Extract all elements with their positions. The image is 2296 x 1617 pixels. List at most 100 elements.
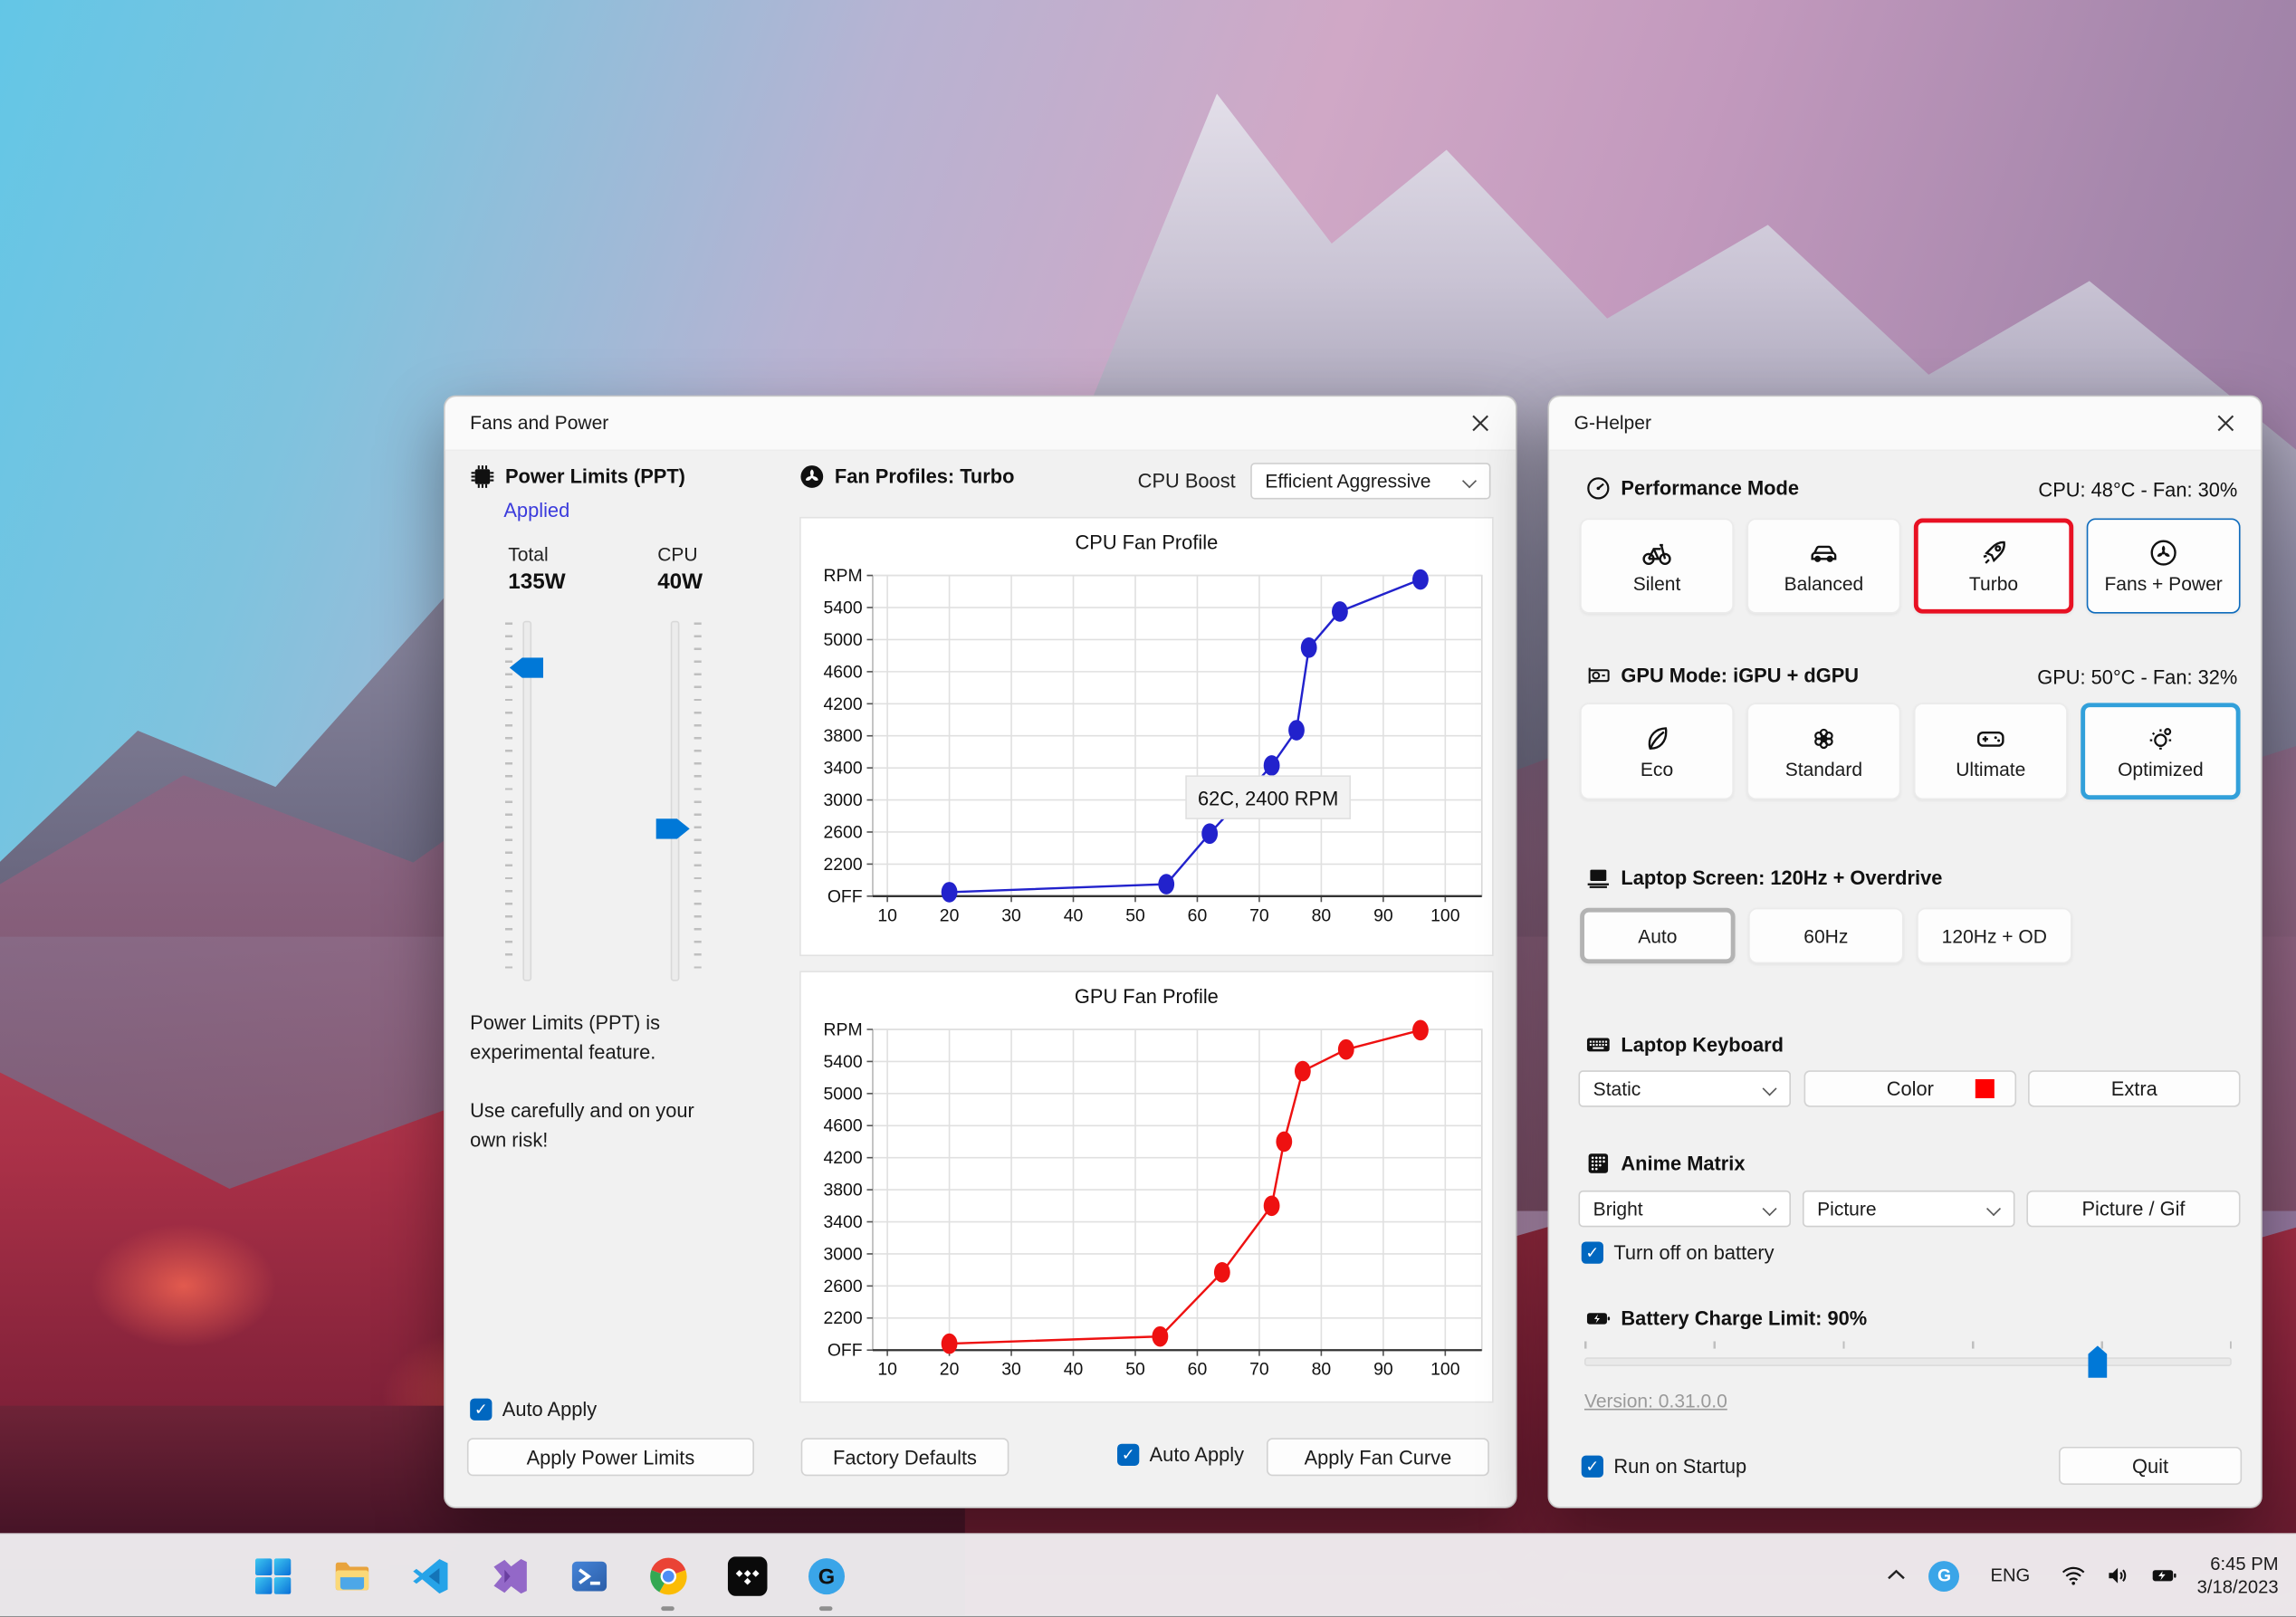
gpu-temp-fan-status: GPU: 50°C - Fan: 32% xyxy=(2037,665,2238,689)
performance-mode-heading: Performance Mode xyxy=(1586,476,1799,501)
performance-mode-row: Silent Balanced Turbo Fans + Power xyxy=(1580,518,2241,614)
mode-label: Ultimate xyxy=(1956,757,2026,780)
svg-text:RPM: RPM xyxy=(824,566,863,586)
tray-language[interactable]: ENG xyxy=(1990,1565,2030,1586)
svg-text:60: 60 xyxy=(1188,1360,1208,1380)
mode-silent[interactable]: Silent xyxy=(1580,518,1734,614)
tray-chevron-up-icon[interactable] xyxy=(1883,1563,1909,1589)
mode-60hz[interactable]: 60Hz xyxy=(1748,907,1904,964)
apply-power-limits-button[interactable]: Apply Power Limits xyxy=(466,1438,754,1477)
cpu-power-slider[interactable] xyxy=(655,620,702,981)
matrix-running-dropdown[interactable]: Picture xyxy=(1802,1190,2015,1228)
slider-ticks xyxy=(504,622,513,977)
battery-icon[interactable] xyxy=(2152,1563,2178,1589)
keyboard-color-button[interactable]: Color xyxy=(1803,1070,2017,1107)
matrix-brightness-dropdown[interactable]: Bright xyxy=(1578,1190,1792,1228)
auto-apply-fan-row: Auto Apply xyxy=(1117,1443,1245,1466)
mode-turbo[interactable]: Turbo xyxy=(1913,518,2074,614)
matrix-battery-row: Turn off on battery xyxy=(1581,1241,1775,1264)
fans-window-titlebar: Fans and Power xyxy=(445,397,1516,452)
close-icon[interactable] xyxy=(2204,404,2248,442)
svg-text:5400: 5400 xyxy=(823,598,862,618)
svg-text:4600: 4600 xyxy=(823,1116,862,1136)
svg-text:3800: 3800 xyxy=(823,726,862,746)
fan-profiles-heading: Fan Profiles: Turbo xyxy=(799,464,1014,489)
mode-standard[interactable]: Standard xyxy=(1746,703,1901,800)
taskbar-g-helper-icon[interactable]: G xyxy=(797,1546,856,1612)
auto-apply-fan-label: Auto Apply xyxy=(1149,1443,1245,1466)
battery-charge-slider-thumb[interactable] xyxy=(2088,1345,2108,1378)
cpu-boost-dropdown[interactable]: Efficient Aggressive xyxy=(1250,463,1491,500)
color-swatch xyxy=(1975,1078,1995,1099)
svg-text:4600: 4600 xyxy=(823,662,862,682)
total-power-slider-thumb[interactable] xyxy=(509,657,544,678)
svg-text:3800: 3800 xyxy=(823,1181,862,1201)
svg-text:G: G xyxy=(818,1565,834,1589)
mode-ultimate[interactable]: Ultimate xyxy=(1913,703,2068,800)
factory-defaults-button[interactable]: Factory Defaults xyxy=(800,1438,1009,1477)
run-on-startup-checkbox[interactable] xyxy=(1581,1455,1603,1478)
mode-label: 60Hz xyxy=(1803,924,1849,947)
gpu-mode-heading: GPU Mode: iGPU + dGPU xyxy=(1586,664,1859,688)
svg-text:62C, 2400 RPM: 62C, 2400 RPM xyxy=(1198,788,1338,810)
slider-track[interactable] xyxy=(1583,1357,2232,1366)
taskbar-file-explorer-icon[interactable] xyxy=(322,1546,381,1605)
mode-label: Standard xyxy=(1784,757,1863,780)
taskbar-tidal-icon[interactable] xyxy=(718,1546,777,1605)
cpu-fan-profile-chart[interactable]: 10 20 30 40 50 60 70 80 90 100 OFF 2200 2600 3000 3400… xyxy=(801,519,1492,955)
wifi-icon[interactable] xyxy=(2061,1563,2087,1589)
svg-text:CPU Fan Profile: CPU Fan Profile xyxy=(1076,531,1219,554)
mode-label: 120Hz + OD xyxy=(1941,924,2047,947)
slider-track[interactable] xyxy=(670,620,680,981)
total-value: 135W xyxy=(508,569,566,595)
laptop-screen-heading: Laptop Screen: 120Hz + Overdrive xyxy=(1586,866,1942,890)
taskbar-chrome-icon[interactable] xyxy=(638,1546,697,1612)
mode-eco[interactable]: Eco xyxy=(1580,703,1734,800)
chip-icon xyxy=(470,464,494,489)
tray-g-helper-icon[interactable]: G xyxy=(1928,1560,1960,1592)
total-power-slider[interactable] xyxy=(504,620,552,981)
svg-text:30: 30 xyxy=(1001,905,1021,925)
run-on-startup-row: Run on Startup xyxy=(1581,1455,1746,1478)
turn-off-on-battery-checkbox[interactable] xyxy=(1581,1241,1603,1264)
tray-time: 6:45 PM xyxy=(2210,1553,2279,1574)
close-icon[interactable] xyxy=(1459,404,1503,442)
battery-charge-slider[interactable] xyxy=(1583,1341,2232,1382)
total-label: Total xyxy=(508,543,549,566)
taskbar-start-icon[interactable] xyxy=(243,1546,301,1605)
svg-text:4200: 4200 xyxy=(823,694,862,714)
svg-text:10: 10 xyxy=(877,1360,897,1380)
power-limits-heading: Power Limits (PPT) xyxy=(470,464,685,489)
cpu-boost-value: Efficient Aggressive xyxy=(1265,470,1431,493)
tray-clock[interactable]: 6:45 PM 3/18/2023 xyxy=(2197,1552,2279,1600)
taskbar-visual-studio-icon[interactable] xyxy=(480,1546,539,1605)
quit-button[interactable]: Quit xyxy=(2058,1446,2243,1485)
mode-balanced[interactable]: Balanced xyxy=(1746,518,1901,614)
speaker-icon[interactable] xyxy=(2106,1563,2132,1589)
keyboard-color-label: Color xyxy=(1886,1077,1934,1100)
experimental-note: Power Limits (PPT) is experimental featu… xyxy=(470,1011,661,1063)
svg-text:40: 40 xyxy=(1064,905,1084,925)
keyboard-mode-dropdown[interactable]: Static xyxy=(1578,1070,1792,1107)
rocket-icon xyxy=(1978,538,2009,569)
mode-label: Silent xyxy=(1632,572,1681,595)
mode-fans-power[interactable]: Fans + Power xyxy=(2086,518,2241,614)
auto-apply-fan-checkbox[interactable] xyxy=(1117,1443,1140,1466)
apply-fan-curve-button[interactable]: Apply Fan Curve xyxy=(1267,1438,1489,1477)
cpu-power-slider-thumb[interactable] xyxy=(655,818,690,839)
gpu-fan-profile-chart[interactable]: 10 20 30 40 50 60 70 80 90 100 OFF 2200 2600 3000 3400… xyxy=(801,972,1492,1402)
mode-optimized[interactable]: Optimized xyxy=(2081,703,2241,800)
keyboard-extra-button[interactable]: Extra xyxy=(2028,1070,2241,1107)
mode-label: Balanced xyxy=(1784,572,1864,595)
ghelper-window-title: G-Helper xyxy=(1574,411,1651,434)
gauge-icon xyxy=(1586,476,1611,501)
taskbar-powershell-icon[interactable] xyxy=(560,1546,618,1605)
svg-text:10: 10 xyxy=(877,905,897,925)
taskbar-vscode-icon[interactable] xyxy=(401,1546,460,1605)
mode-auto[interactable]: Auto xyxy=(1580,907,1736,964)
matrix-picture-gif-button[interactable]: Picture / Gif xyxy=(2026,1190,2241,1228)
version-link[interactable]: Version: 0.31.0.0 xyxy=(1584,1390,1727,1411)
auto-apply-power-checkbox[interactable] xyxy=(470,1398,493,1421)
mode-120hz-od[interactable]: 120Hz + OD xyxy=(1917,907,2072,964)
svg-text:OFF: OFF xyxy=(828,886,863,906)
